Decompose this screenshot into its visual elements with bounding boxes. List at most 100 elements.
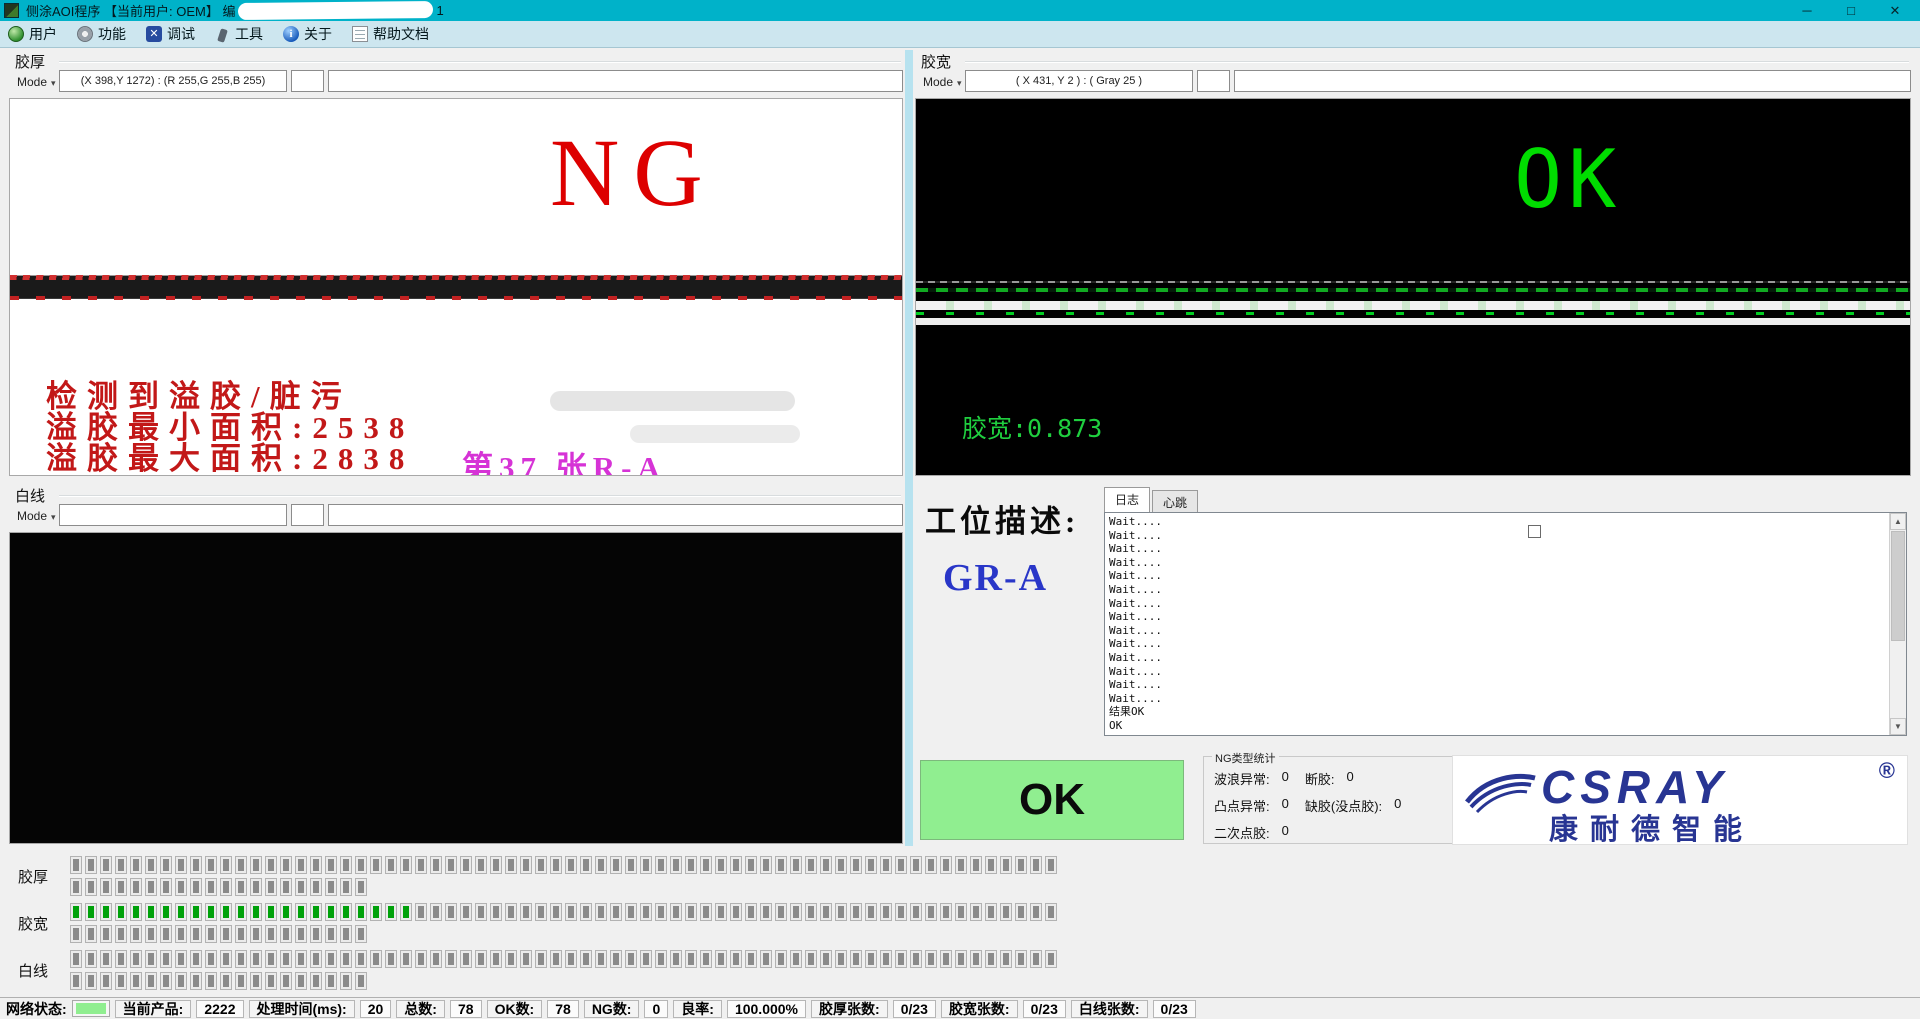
- log-scrollbar[interactable]: ▲ ▼: [1889, 513, 1906, 735]
- menu-item-工具[interactable]: 工具: [215, 24, 263, 44]
- strip-row: [70, 856, 1920, 874]
- toolbar-small-field[interactable]: [1197, 70, 1230, 92]
- status-cell: [610, 950, 622, 968]
- menu-item-用户[interactable]: 用户: [8, 24, 57, 44]
- status-cell: [655, 856, 667, 874]
- statusbar-value: 2222: [196, 1000, 243, 1018]
- pixel-info-field[interactable]: [59, 504, 287, 526]
- status-cell: [700, 950, 712, 968]
- status-cell: [205, 972, 217, 990]
- toolbar-glue-width: Mode ( X 431, Y 2 ) : ( Gray 25 ): [917, 70, 1911, 94]
- status-cell: [325, 856, 337, 874]
- defect-line: 检测到溢胶/脏污: [46, 381, 414, 412]
- tab-日志[interactable]: 日志: [1104, 487, 1150, 514]
- strip-group-白线: 白线: [0, 950, 1920, 990]
- log-line: Wait....: [1109, 583, 1885, 597]
- inspection-image-white-line[interactable]: [9, 532, 903, 844]
- status-cell: [235, 972, 247, 990]
- inspection-image-glue-thickness[interactable]: NG 检测到溢胶/脏污 溢胶最小面积:2538 溢胶最大面积:2838 第37 …: [9, 98, 903, 476]
- status-cell: [265, 972, 277, 990]
- defect-report-text: 检测到溢胶/脏污 溢胶最小面积:2538 溢胶最大面积:2838: [46, 381, 414, 474]
- scrollbar-thumb[interactable]: [1891, 531, 1905, 641]
- tab-心跳[interactable]: 心跳: [1152, 490, 1198, 514]
- toolbar-wide-field[interactable]: [328, 504, 903, 526]
- scroll-up-icon[interactable]: ▲: [1890, 513, 1906, 530]
- status-cell: [505, 903, 517, 921]
- menu-item-调试[interactable]: 调试: [146, 24, 195, 44]
- panel-white-line: 白线 Mode: [7, 484, 905, 846]
- status-cell: [985, 903, 997, 921]
- panel-splitter[interactable]: [905, 50, 913, 846]
- status-cell: [205, 925, 217, 943]
- status-cell: [730, 950, 742, 968]
- status-cell: [775, 950, 787, 968]
- statusbar-value: 100.000%: [727, 1000, 806, 1018]
- status-cell: [490, 950, 502, 968]
- status-cell: [70, 903, 82, 921]
- status-cell: [985, 856, 997, 874]
- log-list[interactable]: Wait....Wait....Wait....Wait....Wait....…: [1106, 514, 1888, 734]
- status-cell: [115, 950, 127, 968]
- menu-item-帮助文档[interactable]: 帮助文档: [352, 24, 429, 44]
- maximize-button[interactable]: □: [1844, 3, 1858, 19]
- menu-item-关于[interactable]: 关于: [283, 24, 332, 44]
- status-cell: [505, 856, 517, 874]
- debug-icon: [146, 26, 162, 42]
- status-cell: [625, 950, 637, 968]
- status-cell: [490, 856, 502, 874]
- status-cell: [685, 856, 697, 874]
- status-cell: [280, 925, 292, 943]
- status-cell: [490, 903, 502, 921]
- toolbar-small-field[interactable]: [291, 504, 324, 526]
- scroll-down-icon[interactable]: ▼: [1890, 718, 1906, 735]
- mode-label: Mode: [923, 75, 953, 89]
- strip-group-胶宽: 胶宽: [0, 903, 1920, 943]
- status-cell: [100, 972, 112, 990]
- status-cell: [70, 856, 82, 874]
- status-cell: [580, 950, 592, 968]
- toolbar-wide-field[interactable]: [328, 70, 903, 92]
- status-cell: [190, 903, 202, 921]
- inspection-image-glue-width[interactable]: OK 胶宽:0.873: [915, 98, 1911, 476]
- status-cell: [130, 856, 142, 874]
- overall-result-button[interactable]: OK: [920, 760, 1184, 840]
- mode-dropdown[interactable]: Mode: [13, 72, 59, 92]
- small-checkbox[interactable]: [1528, 525, 1541, 538]
- minimize-button[interactable]: ─: [1800, 3, 1814, 19]
- status-cell: [190, 925, 202, 943]
- log-line: Wait....: [1109, 651, 1885, 665]
- status-cell: [280, 972, 292, 990]
- status-cell: [400, 856, 412, 874]
- toolbar-small-field[interactable]: [291, 70, 324, 92]
- status-cell: [235, 856, 247, 874]
- toolbar-white-line: Mode: [11, 504, 903, 528]
- mode-dropdown[interactable]: Mode: [13, 506, 59, 526]
- pixel-info-field[interactable]: ( X 431, Y 2 ) : ( Gray 25 ): [965, 70, 1193, 92]
- status-cell: [205, 856, 217, 874]
- status-cell: [715, 950, 727, 968]
- pixel-info-field[interactable]: (X 398,Y 1272) : (R 255,G 255,B 255): [59, 70, 287, 92]
- logo-subtitle: 康耐德智能: [1549, 806, 1754, 845]
- strip-line: [916, 312, 1910, 315]
- status-cell: [385, 903, 397, 921]
- status-cell: [340, 903, 352, 921]
- strip-group-label: 胶厚: [18, 866, 48, 887]
- status-cell: [850, 950, 862, 968]
- status-cell: [1045, 950, 1057, 968]
- ng-type-stats-group: NG类型统计 波浪异常:0凸点异常:0二次点胶:0 断胶:0缺胶(没点胶):0: [1203, 756, 1455, 844]
- status-cell: [445, 903, 457, 921]
- ng-col2: 断胶:0缺胶(没点胶):0: [1305, 769, 1402, 850]
- toolbar-wide-field[interactable]: [1234, 70, 1911, 92]
- menu-item-功能[interactable]: 功能: [77, 24, 126, 44]
- status-cell: [850, 903, 862, 921]
- log-line: Wait....: [1109, 556, 1885, 570]
- status-cell: [910, 903, 922, 921]
- result-text-ok: OK: [1514, 133, 1622, 226]
- station-description-value: GR-A: [943, 556, 1048, 600]
- menu-item-label: 调试: [167, 24, 195, 44]
- status-cell: [265, 925, 277, 943]
- mode-dropdown[interactable]: Mode: [919, 72, 965, 92]
- status-cell: [355, 903, 367, 921]
- status-cell: [625, 903, 637, 921]
- close-button[interactable]: ✕: [1888, 3, 1902, 19]
